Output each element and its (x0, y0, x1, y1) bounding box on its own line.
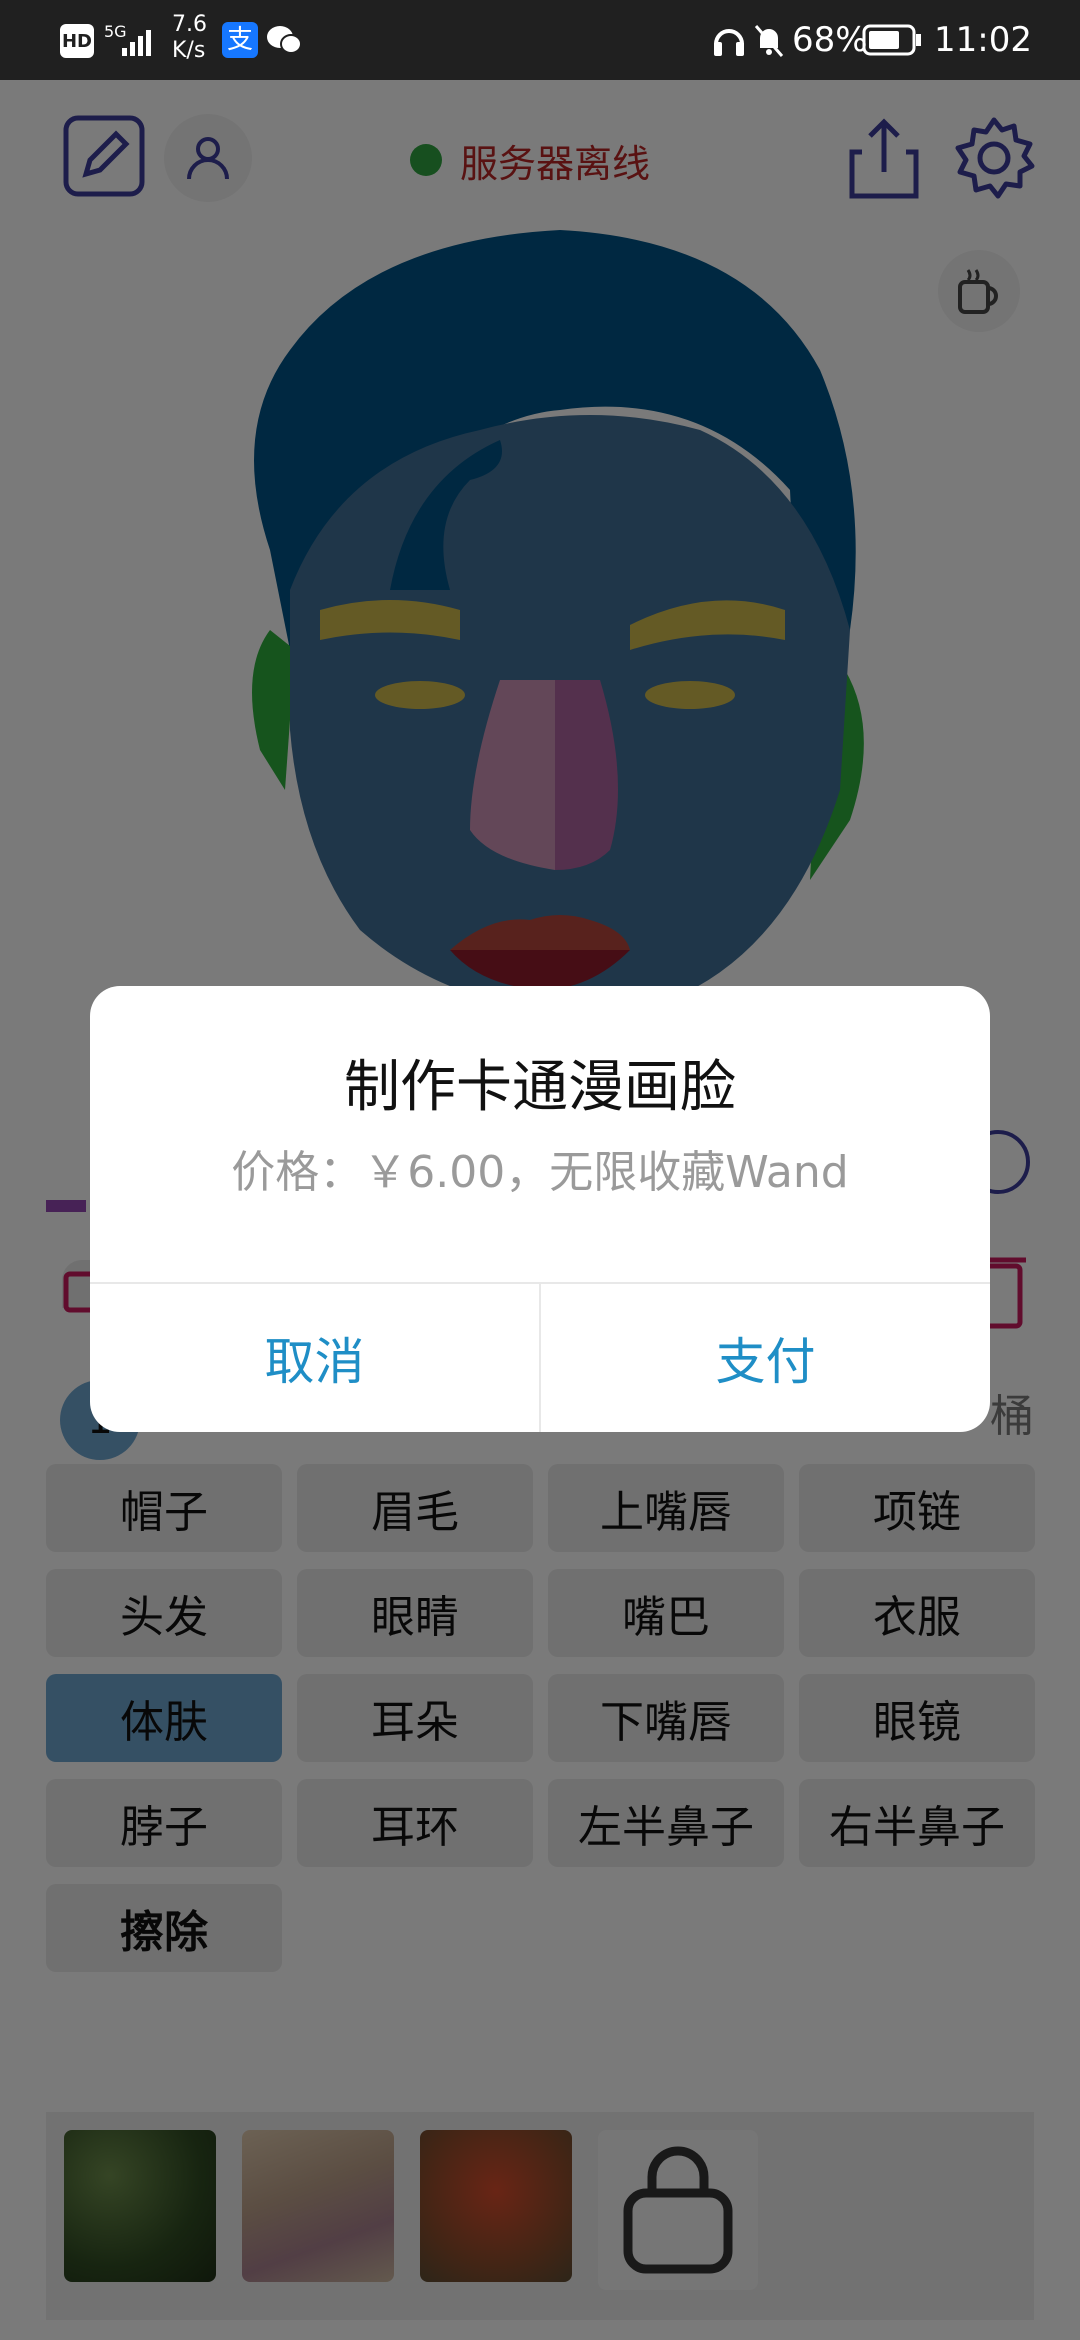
mute-bell-icon (754, 25, 784, 57)
battery-percent: 68% (792, 20, 868, 60)
net-speed-value: 7.6 (172, 12, 207, 37)
dialog-title: 制作卡通漫画脸 (344, 1055, 736, 1120)
pay-button[interactable]: 支付 (541, 1284, 990, 1432)
dialog-message: 价格：￥6.00，无限收藏Wand (231, 1147, 849, 1198)
cancel-button[interactable]: 取消 (90, 1284, 539, 1432)
net-speed: 7.6 K/s (172, 12, 207, 64)
status-bar: HD 5G 7.6 K/s 支 68% 11:02 (0, 0, 1080, 80)
wechat-icon (267, 26, 302, 54)
clock: 11:02 (934, 20, 1032, 60)
signal-icon (122, 30, 151, 56)
hd-icon: HD (60, 24, 94, 58)
net-speed-unit: K/s (172, 38, 206, 63)
alipay-icon: 支 (222, 22, 258, 58)
payment-dialog: 制作卡通漫画脸 价格：￥6.00，无限收藏Wand 取消 支付 (90, 986, 990, 1432)
battery-icon (862, 24, 921, 56)
headphones-icon (714, 29, 744, 56)
